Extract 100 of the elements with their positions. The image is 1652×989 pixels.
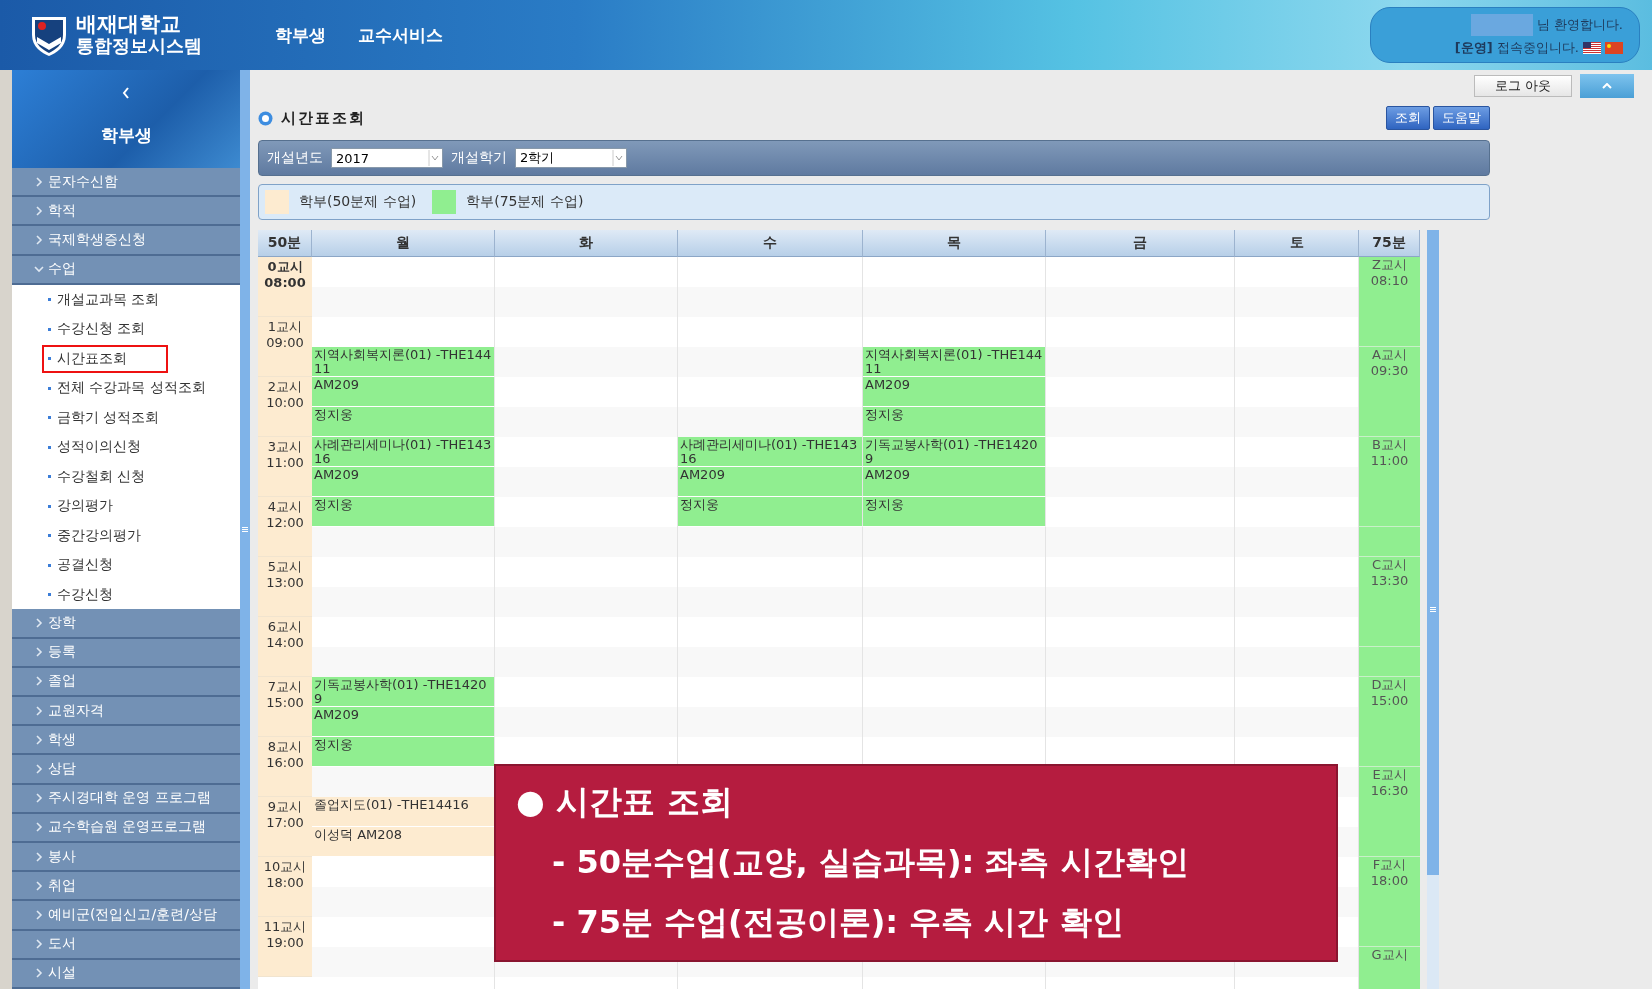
sidebar-item[interactable]: 국제학생증신청 <box>12 226 240 256</box>
period-label: B교시 <box>1372 437 1407 453</box>
chevron-right-icon <box>34 176 44 187</box>
sidebar-item-label: 교수학습원 운영프로그램 <box>48 818 207 837</box>
sidebar-item[interactable]: 예비군(전입신고/훈련/상담 <box>12 901 240 931</box>
star-flag-icon[interactable] <box>1605 41 1623 54</box>
sidebar-item[interactable]: 장학 <box>12 609 240 639</box>
sidebar-item[interactable]: 수업 <box>12 255 240 285</box>
chevron-right-icon <box>34 235 44 245</box>
chevron-right-icon <box>34 647 44 658</box>
class-cell: 정지웅 <box>863 497 1046 527</box>
sidebar-item[interactable]: 취업 <box>12 872 240 902</box>
bullet-icon <box>48 327 51 331</box>
submenu-item[interactable]: 수강신청 조회 <box>42 315 168 344</box>
sidebar-item[interactable]: 등록 <box>12 638 240 668</box>
chevron-right-icon <box>34 822 44 833</box>
sidebar-item[interactable]: 문자수신함 <box>12 168 240 198</box>
class-cell: 정지웅 <box>312 497 495 527</box>
class-cell: AM209 <box>312 707 495 737</box>
chevron-right-icon <box>34 763 44 774</box>
period-label: 5교시 <box>267 559 303 575</box>
chevron-down-icon <box>34 264 44 275</box>
legend-label: 학부(75분제 수업) <box>466 193 584 211</box>
column-header: 금 <box>1046 230 1235 257</box>
submenu-item[interactable]: 금학기 성적조회 <box>42 403 168 432</box>
chevron-right-icon <box>34 851 44 862</box>
redacted-name-block <box>1470 13 1533 36</box>
class-cell: 지역사회복지론(01) -THE14411 <box>863 347 1046 377</box>
grip-icon <box>1430 607 1436 612</box>
period-time: 08:10 <box>1370 273 1409 289</box>
submenu-item[interactable]: 공결신청 <box>42 551 168 580</box>
submenu-item[interactable]: 강의평가 <box>42 492 168 521</box>
class-cell: 기독교봉사학(01) -THE14209 <box>863 437 1046 467</box>
sidebar-item[interactable]: 도서 <box>12 930 240 960</box>
submenu-item[interactable]: 중간강의평가 <box>42 521 168 550</box>
sidebar-item-label: 학적 <box>48 201 76 220</box>
bullet-icon <box>48 563 51 567</box>
sidebar-item[interactable]: 학생 <box>12 726 240 756</box>
chevron-right-icon <box>34 705 44 716</box>
sidebar-item[interactable]: 시설 <box>12 959 240 989</box>
submenu-item-label: 공결신청 <box>57 556 113 575</box>
submenu-item[interactable]: 수강철회 신청 <box>42 462 168 491</box>
class-cell: 졸업지도(01) -THE14416 <box>312 797 495 827</box>
sidebar-item[interactable]: 졸업 <box>12 667 240 697</box>
submenu-item[interactable]: 시간표조회 <box>42 344 168 373</box>
nav-link[interactable]: 학부생 <box>275 23 326 47</box>
filter-select[interactable]: 2017 <box>331 148 443 168</box>
sidebar-item[interactable]: 주시경대학 운영 프로그램 <box>12 784 240 814</box>
period-label: 7교시 <box>267 679 303 695</box>
sidebar-item[interactable]: 교원자격 <box>12 696 240 727</box>
chevron-right-icon <box>34 909 44 920</box>
class-cell: 정지웅 <box>312 407 495 437</box>
submenu-item[interactable]: 수강신청 <box>42 580 168 609</box>
status-text: [운영] 접속중입니다. <box>1454 38 1579 57</box>
chevron-right-icon <box>34 968 44 979</box>
chevron-right-icon <box>34 617 44 628</box>
class-cell: 정지웅 <box>863 407 1046 437</box>
column-header: 수 <box>678 230 863 257</box>
chevron-up-icon <box>1602 83 1612 89</box>
scrollbar[interactable] <box>1427 230 1439 989</box>
sidebar-item[interactable]: 봉사 <box>12 842 240 873</box>
submenu-item[interactable]: 전체 수강과목 성적조회 <box>42 374 214 403</box>
splitter-handle[interactable] <box>240 70 250 989</box>
column-header: 화 <box>495 230 678 257</box>
period-label: 8교시 <box>267 739 303 755</box>
search-button[interactable]: 조회 <box>1386 106 1430 130</box>
period-label: 3교시 <box>267 439 303 455</box>
chevron-left-icon <box>122 86 130 99</box>
nav-link[interactable]: 교수서비스 <box>358 23 443 47</box>
filter-label: 개설년도 <box>267 149 323 167</box>
period-time: 16:00 <box>266 755 304 771</box>
period-label: F교시 <box>1372 857 1407 873</box>
period-label: A교시 <box>1372 347 1407 363</box>
logout-button[interactable]: 로그 아웃 <box>1474 75 1572 97</box>
period-time: 10:00 <box>266 395 304 411</box>
class-cell: 정지웅 <box>312 737 495 767</box>
sidebar-item-label: 수업 <box>48 260 76 279</box>
sidebar-item[interactable]: 상담 <box>12 755 240 785</box>
sidebar-item[interactable]: 교수학습원 운영프로그램 <box>12 813 240 843</box>
striped-flag-icon[interactable] <box>1583 41 1601 54</box>
filter-label: 개설학기 <box>451 149 507 167</box>
sidebar-item-label: 장학 <box>48 613 76 632</box>
submenu-item-label: 시간표조회 <box>57 349 127 368</box>
period-label: 1교시 <box>267 319 303 335</box>
sidebar-item[interactable]: 학적 <box>12 197 240 227</box>
help-button[interactable]: 도움말 <box>1433 106 1490 130</box>
collapse-button[interactable] <box>122 86 130 99</box>
sidebar-item-label: 학생 <box>48 730 76 749</box>
chevron-right-icon <box>34 676 44 687</box>
filter-select[interactable]: 2학기 <box>515 148 627 168</box>
column-header: 75분 <box>1359 230 1420 257</box>
chevron-right-icon <box>34 734 44 745</box>
class-cell: 사례관리세미나(01) -THE14316 <box>678 437 863 467</box>
submenu-item[interactable]: 성적이의신청 <box>42 433 168 462</box>
submenu-item[interactable]: 개설교과목 조회 <box>42 285 168 314</box>
class-cell: 지역사회복지론(01) -THE14411 <box>312 347 495 377</box>
bullet-icon <box>48 504 51 508</box>
scroll-up-button[interactable] <box>1580 74 1634 98</box>
period-time: 11:00 <box>266 455 304 471</box>
bullet-icon <box>48 593 51 597</box>
